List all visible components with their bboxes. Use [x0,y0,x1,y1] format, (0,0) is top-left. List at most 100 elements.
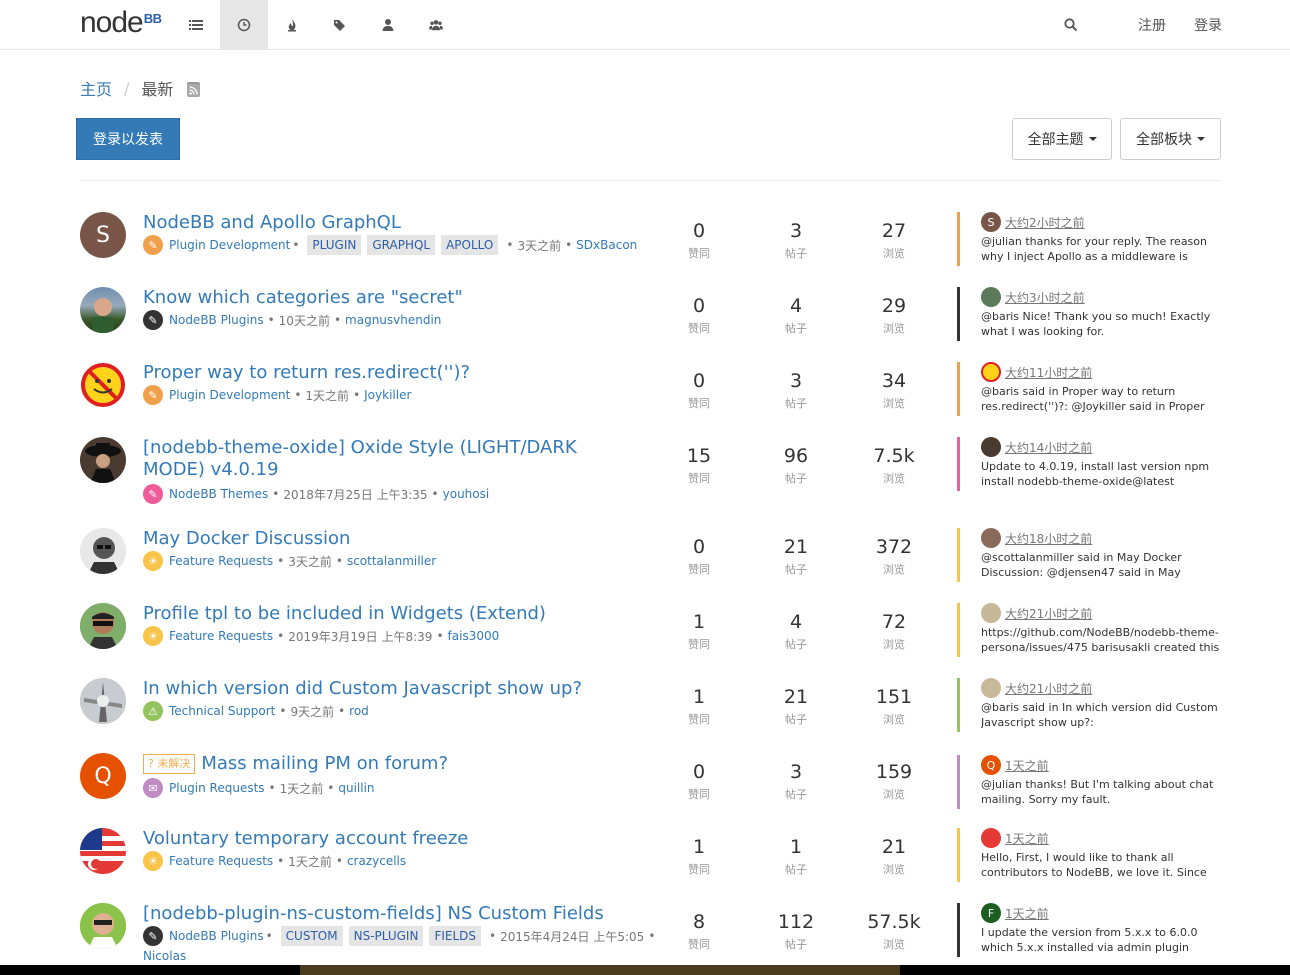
topic-time[interactable]: 3天之前 [517,237,561,254]
avatar[interactable] [80,678,126,724]
teaser-avatar[interactable]: F [981,903,1001,923]
topic-author[interactable]: crazycells [347,854,406,868]
tag[interactable]: CUSTOM [280,926,343,946]
avatar[interactable] [80,362,126,408]
teaser-avatar[interactable]: Q [981,755,1001,775]
topic-time[interactable]: 2019年3月19日 上午8:39 [288,628,432,645]
teaser-time[interactable]: 大约18小时之前 [1005,530,1092,547]
category-link[interactable]: Feature Requests [169,554,273,568]
topic-time[interactable]: 1天之前 [305,387,349,404]
teaser-time[interactable]: 大约11小时之前 [1005,364,1092,381]
register-link[interactable]: 注册 [1138,15,1166,35]
category-link[interactable]: NodeBB Plugins [169,313,264,327]
teaser-avatar[interactable] [981,678,1001,698]
topic-meta: ✎ NodeBB Themes • 2018年7月25日 上午3:35 • yo… [143,484,489,504]
topic-author[interactable]: rod [349,704,369,718]
category-link[interactable]: Plugin Development [169,388,290,402]
avatar[interactable] [80,828,126,874]
posts-stat: 21 帖子 [783,536,809,576]
teaser-avatar[interactable] [981,437,1001,457]
teaser-text: @baris said in In which version did Cust… [981,701,1218,729]
tag[interactable]: FIELDS [429,926,482,946]
search-icon[interactable] [1056,18,1086,32]
tag[interactable]: NS-PLUGIN [348,926,424,946]
topic-time[interactable]: 9天之前 [290,703,334,720]
topic-time[interactable]: 1天之前 [288,853,332,870]
category-link[interactable]: Plugin Development [169,238,290,252]
topic-title[interactable]: [nodebb-theme-oxide] Oxide Style (LIGHT/… [143,437,623,481]
teaser-time[interactable]: 大约2小时之前 [1005,214,1085,231]
teaser-time[interactable]: 大约21小时之前 [1005,605,1092,622]
topic-title[interactable]: NodeBB and Apollo GraphQL [143,212,623,234]
avatar[interactable] [80,528,126,574]
tag[interactable]: APOLLO [441,235,499,255]
topic-title[interactable]: In which version did Custom Javascript s… [143,678,623,700]
topic-title[interactable]: Mass mailing PM on forum? [201,753,448,775]
topic-time[interactable]: 1天之前 [280,780,324,797]
topic-time[interactable]: 2018年7月25日 上午3:35 [283,486,427,503]
topic-title[interactable]: Voluntary temporary account freeze [143,828,623,850]
avatar[interactable] [80,287,126,333]
teaser-time[interactable]: 1天之前 [1005,757,1049,774]
topic-title[interactable]: Proper way to return res.redirect('')? [143,362,623,384]
category-link[interactable]: Feature Requests [169,629,273,643]
teaser-avatar[interactable] [981,362,1001,382]
teaser-avatar[interactable]: S [981,212,1001,232]
category-link[interactable]: Feature Requests [169,854,273,868]
topic-author[interactable]: Joykiller [364,388,411,402]
category-link[interactable]: NodeBB Themes [169,487,268,501]
teaser-avatar[interactable] [981,528,1001,548]
teaser-avatar[interactable] [981,287,1001,307]
topic-row: [nodebb-theme-oxide] Oxide Style (LIGHT/… [80,437,1221,512]
topic-author[interactable]: SDxBacon [576,238,637,252]
teaser-time[interactable]: 大约3小时之前 [1005,289,1085,306]
topic-author[interactable]: magnusvhendin [345,313,441,327]
category-link[interactable]: Technical Support [169,704,275,718]
groups-icon[interactable] [412,0,460,50]
teaser-time[interactable]: 大约14小时之前 [1005,439,1092,456]
teaser-avatar[interactable] [981,828,1001,848]
topic-title[interactable]: Know which categories are "secret" [143,287,623,309]
avatar[interactable] [80,603,126,649]
topic-author[interactable]: quillin [338,781,374,795]
teaser-time[interactable]: 1天之前 [1005,905,1049,922]
topic-title[interactable]: May Docker Discussion [143,528,623,550]
topic-author[interactable]: Nicolas [143,949,186,963]
teaser-time[interactable]: 1天之前 [1005,830,1049,847]
all-categories-dropdown[interactable]: 全部板块 [1120,118,1221,160]
all-topics-dropdown[interactable]: 全部主题 [1012,118,1112,160]
category-link[interactable]: NodeBB Plugins [169,929,264,943]
user-icon[interactable] [364,0,412,50]
avatar[interactable] [80,903,126,949]
topic-title[interactable]: [nodebb-plugin-ns-custom-fields] NS Cust… [143,903,623,925]
tag[interactable]: GRAPHQL [367,235,436,255]
topic-time[interactable]: 3天之前 [288,553,332,570]
tag[interactable]: PLUGIN [307,235,362,255]
topic-time[interactable]: 2015年4月24日 上午5:05 [500,928,644,945]
topic-time[interactable]: 10天之前 [279,312,330,329]
topic-author[interactable]: youhosi [443,487,490,501]
categories-list-icon[interactable] [172,0,220,50]
posts-stat: 3 帖子 [785,370,807,410]
avatar[interactable] [80,437,126,483]
topic-author[interactable]: fais3000 [448,629,500,643]
breadcrumb-home[interactable]: 主页 [80,76,112,100]
topic-title[interactable]: Profile tpl to be included in Widgets (E… [143,603,623,625]
teaser-avatar[interactable] [981,603,1001,623]
login-to-post-button[interactable]: 登录以发表 [76,118,180,160]
votes-stat: 1 赞同 [688,686,710,726]
category-link[interactable]: Plugin Requests [169,781,265,795]
avatar[interactable]: S [80,212,126,258]
recent-clock-icon[interactable] [220,0,268,50]
teaser-time[interactable]: 大约21小时之前 [1005,680,1092,697]
topic-author[interactable]: scottalanmiller [347,554,436,568]
nodebb-logo[interactable]: node BB [80,8,162,40]
login-link[interactable]: 登录 [1194,15,1222,35]
posts-stat: 1 帖子 [785,836,807,876]
teaser: F 1天之前 I update the version from 5.x.x to… [957,903,1221,957]
votes-stat: 0 赞同 [688,370,710,410]
popular-fire-icon[interactable] [268,0,316,50]
avatar[interactable]: Q [80,753,126,799]
rss-icon[interactable] [187,81,201,97]
tags-icon[interactable] [316,0,364,50]
